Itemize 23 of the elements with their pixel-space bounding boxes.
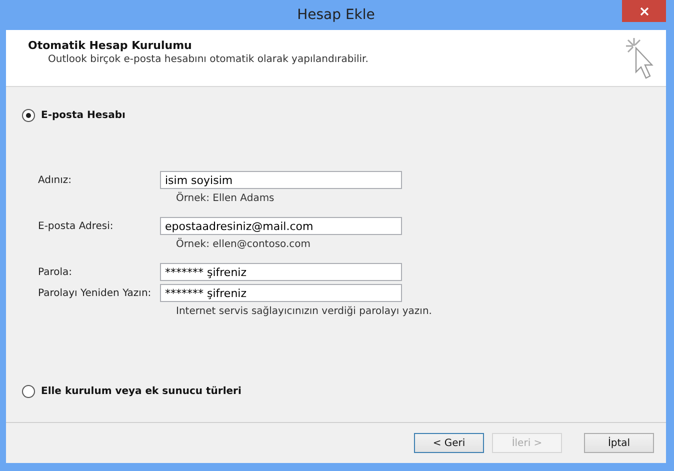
dialog-button[interactable]: İptal: [584, 433, 654, 453]
dialog-button[interactable]: < Geri: [414, 433, 484, 453]
input-field[interactable]: isim soyisim: [160, 171, 402, 189]
header-title: Otomatik Hesap Kurulumu: [28, 39, 193, 52]
close-icon: [640, 6, 648, 16]
cursor-sparkle-icon: [624, 36, 656, 82]
field-hint: Internet servis sağlayıcınızın verdiği parolayı yazın.: [175, 306, 433, 317]
input-field[interactable]: ******* şifreniz: [160, 284, 402, 302]
field-label: E-posta Adresi:: [38, 220, 114, 232]
radio-label[interactable]: Elle kurulum veya ek sunucu türleri: [41, 386, 242, 397]
input-field[interactable]: ******* şifreniz: [160, 263, 402, 281]
input-field[interactable]: epostaadresiniz@mail.com: [160, 217, 402, 235]
header-subtitle: Outlook birçok e-posta hesabını otomatik olarak yapılandırabilir.: [47, 54, 368, 65]
window-title: Hesap Ekle: [297, 7, 375, 23]
field-label: Parolayı Yeniden Yazın:: [38, 288, 152, 298]
close-button[interactable]: [622, 0, 666, 22]
field-hint: Örnek: Ellen Adams: [175, 193, 276, 204]
radio-label[interactable]: E-posta Hesabı: [41, 110, 126, 121]
field-label: Adınız:: [38, 174, 73, 186]
radio-button[interactable]: [22, 385, 35, 398]
radio-button[interactable]: [22, 109, 35, 122]
field-hint: Örnek: ellen@contoso.com: [175, 239, 312, 250]
field-label: Parola:: [38, 266, 73, 278]
